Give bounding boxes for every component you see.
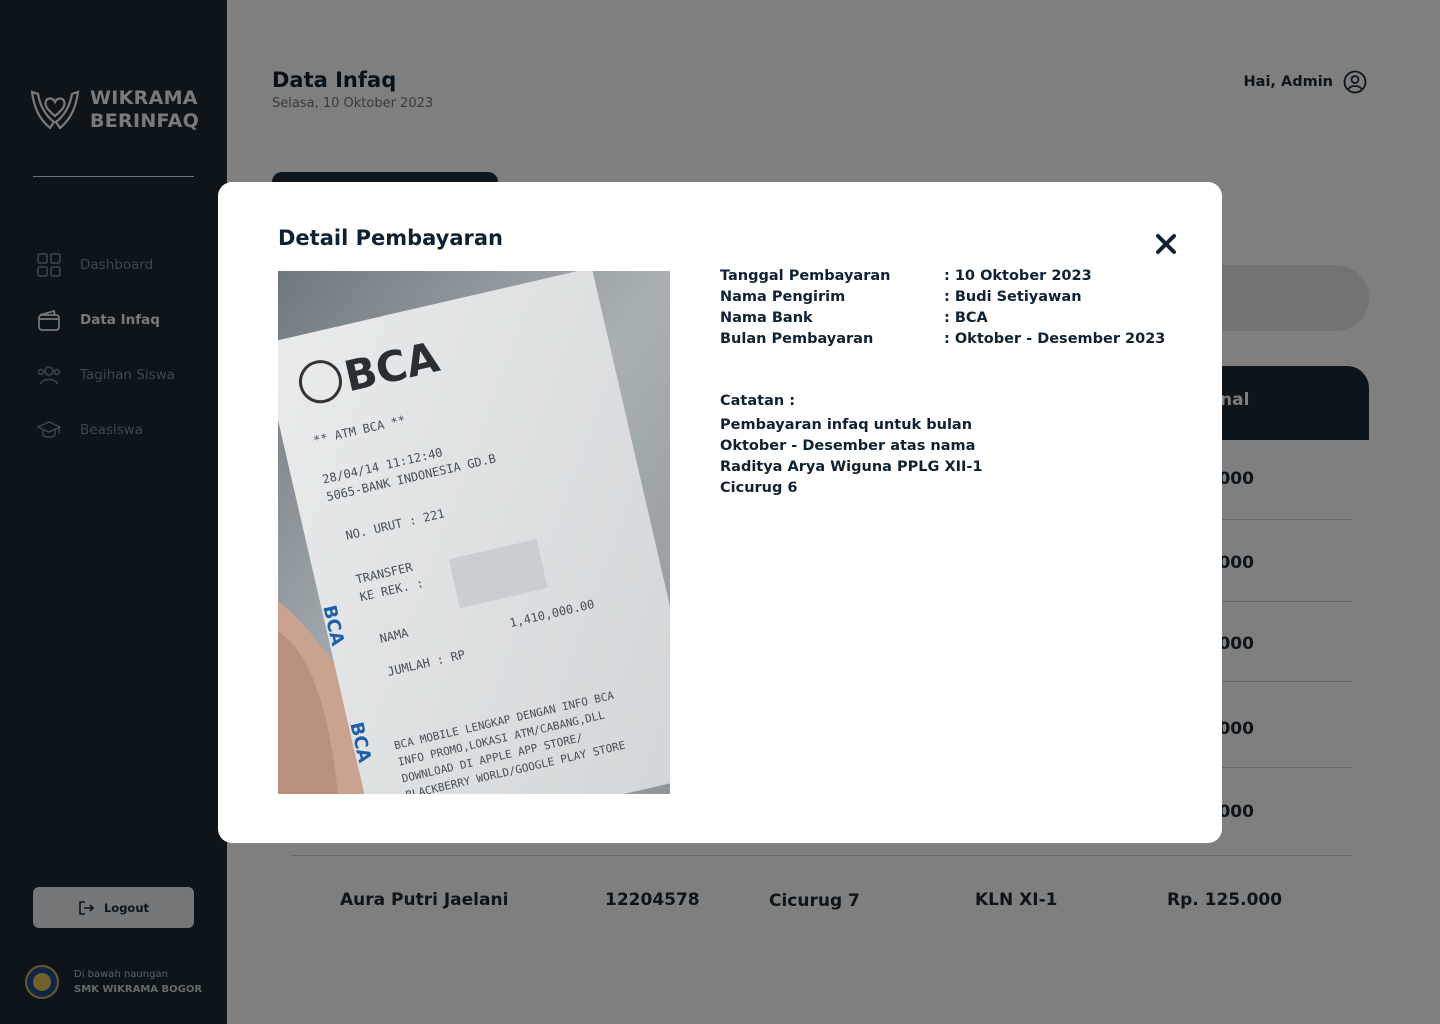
field-label-tanggal: Tanggal Pembayaran — [720, 268, 891, 284]
close-icon[interactable] — [1153, 231, 1179, 257]
field-value-bulan: : Oktober - Desember 2023 — [944, 331, 1166, 347]
modal-title: Detail Pembayaran — [278, 226, 504, 250]
field-value-tanggal: : 10 Oktober 2023 — [944, 268, 1092, 284]
field-label-bulan: Bulan Pembayaran — [720, 331, 874, 347]
field-value-pengirim: : Budi Setiyawan — [944, 289, 1082, 305]
payment-detail-modal: Detail Pembayaran BCA ** ATM BCA ** 28/0… — [218, 182, 1222, 843]
note-label: Catatan : — [720, 393, 796, 409]
field-label-pengirim: Nama Pengirim — [720, 289, 846, 305]
receipt-photo: BCA ** ATM BCA ** 28/04/14 11:12:40 5065… — [278, 271, 670, 794]
note-text: Pembayaran infaq untuk bulan Oktober - D… — [720, 417, 983, 496]
receipt-image: BCA ** ATM BCA ** 28/04/14 11:12:40 5065… — [278, 271, 670, 794]
field-label-bank: Nama Bank — [720, 310, 813, 326]
field-value-bank: : BCA — [944, 310, 988, 326]
